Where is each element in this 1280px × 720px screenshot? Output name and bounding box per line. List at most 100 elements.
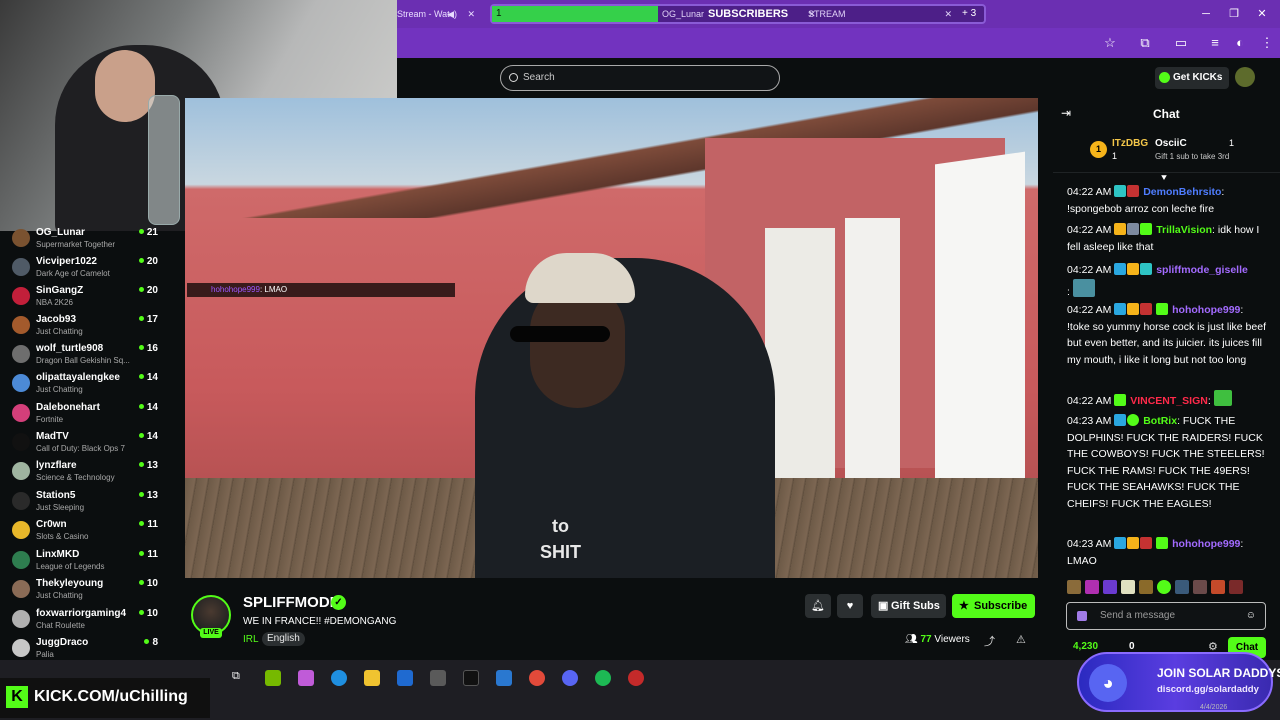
emote-icon[interactable] (1211, 580, 1225, 594)
message-username[interactable]: TrillaVision (1156, 224, 1212, 236)
channel-name: LinxMKD (36, 549, 80, 560)
sidebar-channel[interactable]: foxwarriorgaming4 Chat Roulette 10 (10, 607, 162, 636)
sidebar-channel[interactable]: MadTV Call of Duty: Black Ops 7 14 (10, 430, 162, 459)
chrome-icon[interactable] (529, 670, 545, 686)
chat-identity-icon[interactable] (1077, 611, 1087, 621)
gift-balance[interactable]: 0 (1129, 641, 1135, 652)
notification-bell-button[interactable]: 🔔︎ (805, 594, 831, 618)
streamer-name[interactable]: SPLIFFMODE (243, 594, 340, 611)
emote-icon[interactable] (1229, 580, 1243, 594)
message-username[interactable]: spliffmode_giselle (1156, 264, 1248, 276)
system-date: 4/4/2026 (1200, 704, 1228, 711)
sidebar-channel[interactable]: LinxMKD League of Legends 11 (10, 548, 162, 577)
emoji-picker-icon[interactable]: ☺ (1246, 603, 1256, 629)
subscribe-button[interactable]: ★ Subscribe (952, 594, 1035, 618)
channel-avatar (12, 229, 30, 247)
emote-icon[interactable] (1067, 580, 1081, 594)
discord-taskbar-icon[interactable] (562, 670, 578, 686)
pinned-icon[interactable]: ⯆ (1160, 173, 1168, 184)
video-player[interactable]: to SHIT (185, 98, 1038, 578)
speaker-icon[interactable]: ◀) (447, 4, 457, 24)
gift-subs-button[interactable]: ▣ Gift Subs (871, 594, 946, 618)
emote-icon[interactable] (1121, 580, 1135, 594)
sidebar-channel[interactable]: lynzflare Science & Technology 13 (10, 459, 162, 488)
edge-icon[interactable] (331, 670, 347, 686)
message-username[interactable]: hohohope999 (1172, 304, 1240, 316)
sidebar-channel[interactable]: OG_Lunar Supermarket Together 21 (10, 226, 162, 255)
sidebar-channel[interactable]: Cr0wn Slots & Casino 11 (10, 518, 162, 547)
profile-icon[interactable]: ◐ (1232, 35, 1248, 51)
close-window-icon[interactable]: ✕ (1244, 0, 1280, 28)
emote-icon[interactable] (1103, 580, 1117, 594)
message-username[interactable]: VINCENT_SIGN (1130, 395, 1208, 407)
spotify-icon[interactable] (595, 670, 611, 686)
message-username[interactable]: DemonBehrsito (1143, 186, 1221, 198)
follow-heart-button[interactable]: ♥ (837, 594, 863, 618)
sidebar-channel[interactable]: Vicviper1022 Dark Age of Camelot 20 (10, 255, 162, 284)
channel-category: Slots & Casino (36, 532, 89, 541)
app-icon[interactable] (430, 670, 446, 686)
store-icon[interactable] (397, 670, 413, 686)
sidebar-channel[interactable]: SinGangZ NBA 2K26 20 (10, 284, 162, 313)
search-placeholder: Search (523, 72, 555, 83)
cast-icon[interactable]: ▭ (1173, 35, 1189, 51)
sidebar-channel[interactable]: Dalebonehart Fortnite 14 (10, 401, 162, 430)
close-tab-icon[interactable]: ✕ (944, 6, 952, 22)
close-tab-icon[interactable]: ✕ (467, 4, 475, 24)
get-kicks-label: Get KICKs (1173, 72, 1223, 83)
stream-language-tag[interactable]: English (262, 632, 305, 646)
copilot-icon[interactable] (298, 670, 314, 686)
share-icon[interactable]: ⤴ (984, 633, 995, 649)
emote-icon[interactable] (1085, 580, 1099, 594)
tab-og-lunar[interactable]: OG_Lunar SUBSCRIBERS ✕ (662, 6, 816, 22)
get-kicks-button[interactable]: Get KICKs (1155, 67, 1229, 89)
emote-icon[interactable] (1175, 580, 1189, 594)
stream-category[interactable]: IRL (243, 634, 259, 645)
sidebar-channel[interactable]: Jacob93 Just Chatting 17 (10, 313, 162, 342)
sidebar-channel[interactable]: olipattayalengkee Just Chatting 14 (10, 371, 162, 400)
obs-icon[interactable] (628, 670, 644, 686)
message-username[interactable]: BotRix (1143, 415, 1177, 427)
menu-icon[interactable]: ⋮ (1259, 35, 1275, 51)
sidebar-channel[interactable]: Station5 Just Sleeping 13 (10, 489, 162, 518)
file-explorer-icon[interactable] (364, 670, 380, 686)
channel-avatar (12, 492, 30, 510)
kicks-balance[interactable]: 4,230 (1073, 641, 1098, 652)
tab-group-count[interactable]: + 3 (962, 6, 976, 22)
browser-tab-stream[interactable]: Stream - Wat ◀) ✕ (397, 4, 485, 24)
task-view-icon[interactable]: ⧉ (232, 670, 248, 686)
message-username[interactable]: hohohope999 (1172, 538, 1240, 550)
tab-stream[interactable]: STREAM ✕ (808, 6, 952, 22)
chat-title: Chat (1153, 107, 1180, 121)
channel-name: Vicviper1022 (36, 256, 97, 267)
badge-icon (1127, 185, 1140, 197)
message-time: 04:22 AM (1067, 304, 1112, 316)
extensions-icon[interactable]: ⧉ (1137, 35, 1153, 51)
report-icon[interactable]: ⚠ (1016, 633, 1026, 646)
user-avatar[interactable] (1235, 67, 1255, 87)
emote-icon[interactable] (1193, 580, 1207, 594)
channel-avatar (12, 580, 30, 598)
viewers-label: Viewers (934, 634, 970, 645)
gift-icon: ▣ (878, 600, 889, 612)
emote-icon[interactable] (1157, 580, 1171, 594)
media-icon[interactable]: ≡ (1207, 35, 1223, 51)
second-gifter-name[interactable]: OsciiC (1155, 138, 1187, 149)
channel-viewers: 17 (139, 314, 158, 325)
chat-message-input[interactable]: Send a message ☺ (1066, 602, 1266, 630)
sidebar-channel[interactable]: Thekyleyoung Just Chatting 10 (10, 577, 162, 606)
mail-icon[interactable] (496, 670, 512, 686)
sidebar-channel[interactable]: wolf_turtle908 Dragon Ball Gekishin Sq..… (10, 342, 162, 371)
top-gifter-name[interactable]: ITzDBG (1112, 138, 1148, 149)
channel-avatar (12, 404, 30, 422)
kick-url-text: KICK.COM/uChilling (34, 688, 188, 705)
collapse-chat-icon[interactable]: ⇥ (1061, 106, 1071, 120)
channel-name: Station5 (36, 490, 76, 501)
tiktok-icon[interactable] (463, 670, 479, 686)
search-input[interactable]: Search (500, 65, 780, 91)
bookmark-star-icon[interactable]: ☆ (1102, 35, 1118, 51)
chat-message: 04:22 AM hohohope999: !toke so yummy hor… (1067, 303, 1266, 366)
nvidia-icon[interactable] (265, 670, 281, 686)
tab-group-green-tab[interactable]: 1 (492, 6, 658, 22)
emote-icon[interactable] (1139, 580, 1153, 594)
